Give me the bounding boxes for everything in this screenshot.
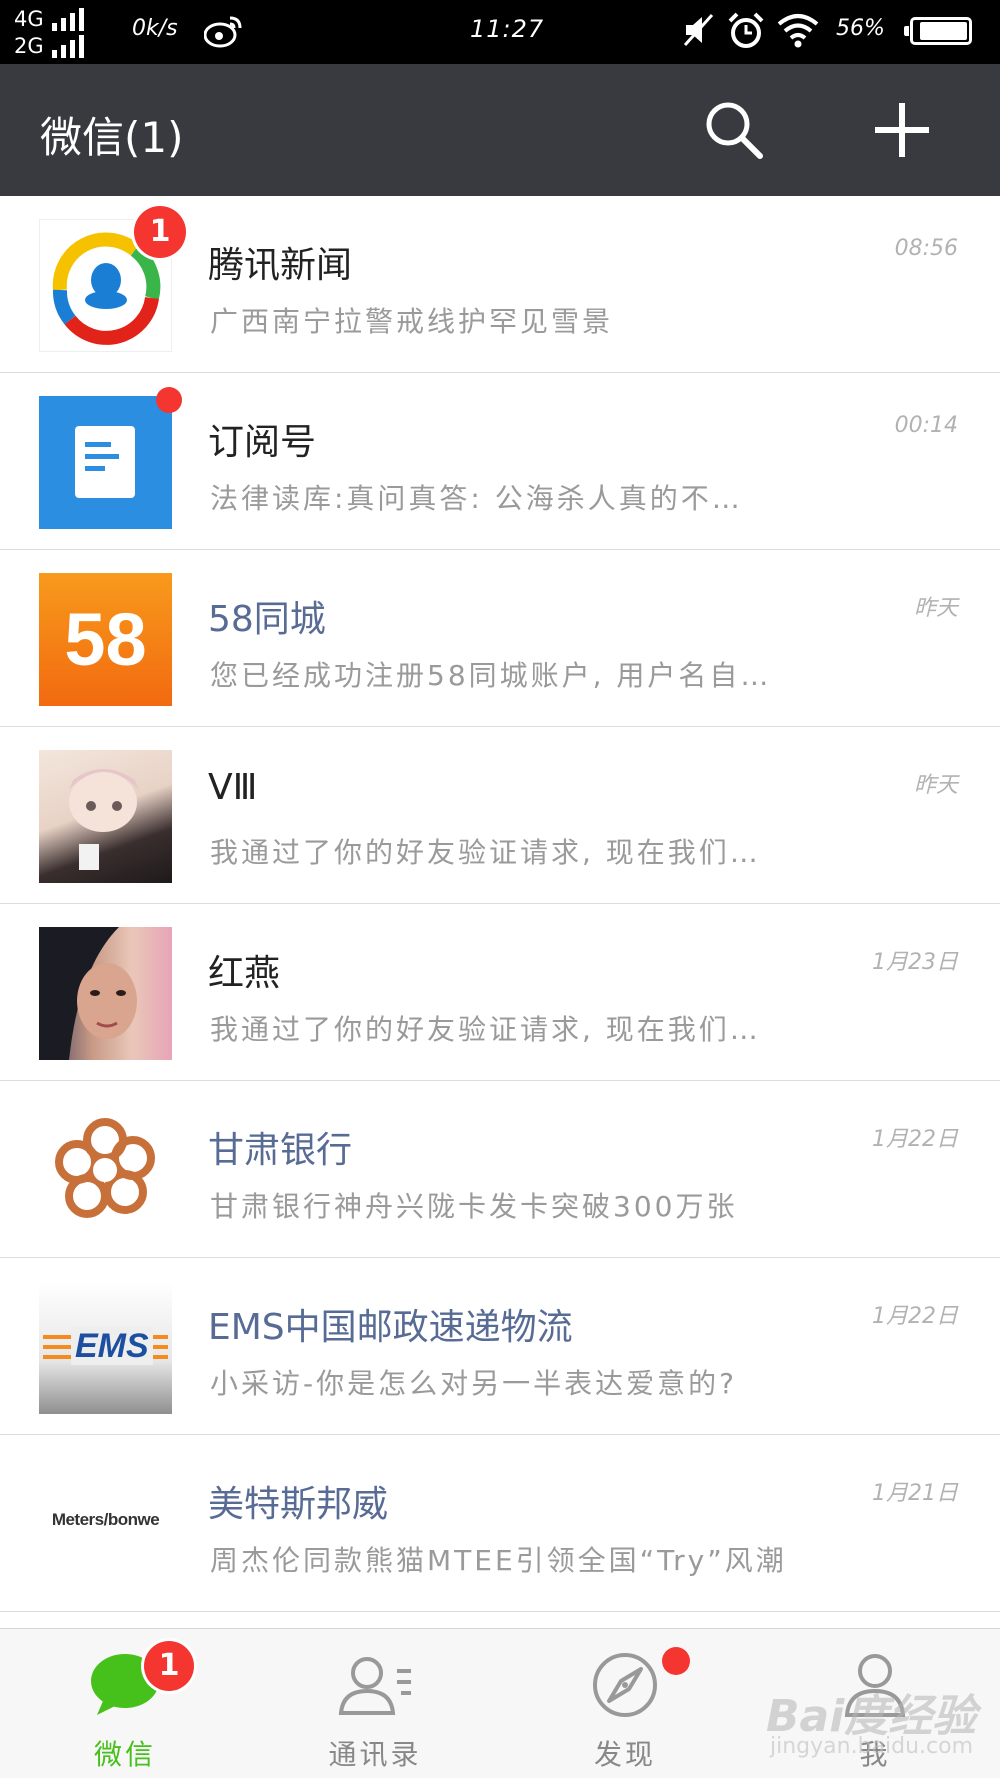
- network-type-1: 4G: [14, 7, 44, 31]
- chat-time: 昨天: [913, 596, 958, 621]
- chat-time: 1月23日: [872, 950, 958, 975]
- network-speed: 0k/s: [132, 16, 178, 41]
- chat-name: EMS中国邮政速递物流: [208, 1307, 573, 1348]
- ems-logo: EMS: [39, 1327, 172, 1365]
- chat-name: 美特斯邦威: [208, 1484, 389, 1525]
- chat-name: 腾讯新闻: [208, 245, 353, 286]
- unread-dot: [156, 387, 182, 413]
- tab-contacts[interactable]: 通讯录: [250, 1629, 500, 1779]
- unread-badge: 1: [144, 1641, 194, 1691]
- chat-last-message: 法律读库:真问真答: 公海杀人真的不…: [210, 482, 743, 515]
- mute-icon: [683, 13, 714, 47]
- chat-time: 昨天: [913, 773, 958, 798]
- avatar: [39, 396, 172, 529]
- network-type-2: 2G: [14, 34, 44, 58]
- app-header: 微信(1): [0, 64, 1000, 196]
- chat-last-message: 我通过了你的好友验证请求, 现在我们…: [210, 836, 761, 869]
- avatar: Meters/bonwe: [39, 1458, 172, 1591]
- chat-name: 订阅号: [208, 422, 317, 463]
- signal-bars-icon: [52, 7, 84, 31]
- avatar: 58: [39, 573, 172, 706]
- tab-label: 通讯录: [328, 1738, 422, 1771]
- chat-last-message: 周杰伦同款熊猫MTEE引领全国“Try”风潮: [210, 1544, 787, 1577]
- chat-row[interactable]: 1 腾讯新闻 广西南宁拉警戒线护罕见雪景 08:56: [0, 196, 1000, 373]
- chat-name: 甘肃银行: [208, 1130, 353, 1171]
- avatar: [39, 1104, 172, 1237]
- chat-row[interactable]: EMS EMS中国邮政速递物流 小采访-你是怎么对另一半表达爱意的? 1月22日: [0, 1258, 1000, 1435]
- chat-last-message: 您已经成功注册58同城账户, 用户名自…: [210, 659, 772, 692]
- gansu-bank-logo: [55, 1118, 155, 1218]
- chat-row[interactable]: 红燕 我通过了你的好友验证请求, 现在我们… 1月23日: [0, 904, 1000, 1081]
- alarm-icon: [728, 12, 764, 48]
- compass-icon: [593, 1653, 657, 1717]
- anime-avatar-image: [69, 769, 139, 870]
- chat-time: 00:14: [894, 413, 958, 438]
- chat-time: 1月22日: [872, 1304, 958, 1329]
- chat-row[interactable]: 订阅号 法律读库:真问真答: 公海杀人真的不… 00:14: [0, 373, 1000, 550]
- tab-label: 发现: [593, 1738, 656, 1771]
- page-title: 微信(1): [40, 113, 184, 162]
- battery-percent: 56%: [836, 16, 885, 41]
- chat-time: 08:56: [894, 236, 958, 261]
- chat-row[interactable]: VⅢ 我通过了你的好友验证请求, 现在我们… 昨天: [0, 727, 1000, 904]
- ems-logo-text: EMS: [71, 1327, 153, 1365]
- tab-chats[interactable]: 1 微信: [0, 1629, 250, 1779]
- chat-name: 58同城: [208, 599, 326, 640]
- battery-level: [920, 22, 967, 40]
- chat-list: 1 腾讯新闻 广西南宁拉警戒线护罕见雪景 08:56 订阅号 法律读库:真问真答…: [0, 196, 1000, 1612]
- plus-icon[interactable]: [872, 100, 932, 160]
- chat-row[interactable]: 58 58同城 您已经成功注册58同城账户, 用户名自… 昨天: [0, 550, 1000, 727]
- chat-time: 1月22日: [872, 1127, 958, 1152]
- search-icon[interactable]: [702, 98, 766, 162]
- signal-indicators: 4G 2G: [14, 4, 114, 58]
- chat-name: VⅢ: [208, 767, 258, 808]
- chat-row[interactable]: 甘肃银行 甘肃银行神舟兴陇卡发卡突破300万张 1月22日: [0, 1081, 1000, 1258]
- status-bar: 4G 2G 0k/s 11:27 56%: [0, 0, 1000, 64]
- photo-avatar-image: [39, 927, 137, 1060]
- avatar: [39, 750, 172, 883]
- chat-row[interactable]: Meters/bonwe 美特斯邦威 周杰伦同款熊猫MTEE引领全国“Try”风…: [0, 1435, 1000, 1612]
- chat-last-message: 小采访-你是怎么对另一半表达爱意的?: [210, 1367, 737, 1400]
- tongcheng-logo: 58: [64, 598, 147, 681]
- unread-dot: [662, 1647, 690, 1675]
- watermark-url: jingyan.baidu.com: [770, 1734, 974, 1759]
- tab-discover[interactable]: 发现: [500, 1629, 750, 1779]
- chat-last-message: 甘肃银行神舟兴陇卡发卡突破300万张: [210, 1190, 738, 1223]
- chat-last-message: 广西南宁拉警戒线护罕见雪景: [210, 305, 614, 338]
- avatar: [39, 927, 172, 1060]
- chat-name: 红燕: [208, 953, 281, 994]
- weibo-icon: [204, 16, 242, 48]
- signal-bars-icon: [52, 34, 84, 58]
- chat-time: 1月21日: [872, 1481, 958, 1506]
- unread-badge: 1: [134, 206, 186, 258]
- battery-icon: [904, 17, 972, 45]
- contacts-icon: [338, 1657, 411, 1715]
- document-icon: [75, 426, 135, 498]
- chat-last-message: 我通过了你的好友验证请求, 现在我们…: [210, 1013, 761, 1046]
- clock: 11:27: [470, 15, 545, 43]
- meters-bonwe-logo: Meters/bonwe: [51, 1510, 160, 1529]
- tab-label: 微信: [93, 1738, 156, 1771]
- avatar: EMS: [39, 1281, 172, 1414]
- wifi-icon: [777, 14, 819, 48]
